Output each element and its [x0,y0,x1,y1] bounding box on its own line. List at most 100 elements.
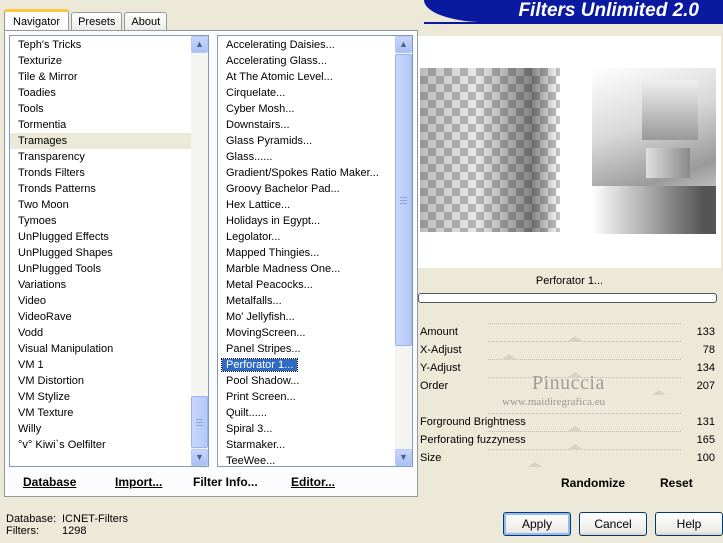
filter-item[interactable]: Mapped Thingies... [218,245,412,261]
filter-item[interactable]: TeeWee... [218,453,412,466]
category-item[interactable]: Texturize [10,53,208,69]
filter-item-label: Pool Shadow... [226,375,300,387]
category-item[interactable]: Tramages [10,133,208,149]
filter-scrollbar[interactable]: ▲ ▼ [395,36,412,466]
filter-item[interactable]: Cyber Mosh... [218,101,412,117]
filter-list[interactable]: Accelerating Daisies... Accelerating Glas… [217,35,413,467]
category-item[interactable]: UnPlugged Effects [10,229,208,245]
filter-item[interactable]: Starmaker... [218,437,412,453]
category-item[interactable]: Toadies [10,85,208,101]
filter-item[interactable]: Quilt...... [218,405,412,421]
filter-item[interactable]: Print Screen... [218,389,412,405]
filter-item[interactable]: Metal Peacocks... [218,277,412,293]
param-label: Size [420,452,442,464]
category-item[interactable]: VideoRave [10,309,208,325]
filter-item[interactable]: Groovy Bachelor Pad... [218,181,412,197]
category-item[interactable]: Visual Manipulation [10,341,208,357]
category-item[interactable]: Variations [10,277,208,293]
filter-item[interactable]: Hex Lattice... [218,197,412,213]
category-item[interactable]: UnPlugged Shapes [10,245,208,261]
filter-item[interactable]: Pool Shadow... [218,373,412,389]
category-item[interactable]: Willy [10,421,208,437]
param-row[interactable]: Forground Brightness 131 [418,413,721,431]
database-label: Database [23,475,77,489]
tab-about[interactable]: About [124,12,168,30]
param-row[interactable]: Perforating fuzzyness 165 [418,431,721,449]
category-item[interactable]: Tronds Filters [10,165,208,181]
param-label: Amount [420,326,458,338]
category-item[interactable]: Vodd [10,325,208,341]
scroll-down-arrow-icon[interactable]: ▼ [395,449,412,466]
category-item[interactable]: VM 1 [10,357,208,373]
category-scroll-thumb[interactable] [191,396,208,448]
filter-item[interactable]: Panel Stripes... [218,341,412,357]
reset-label: Reset [660,476,693,490]
cancel-label: Cancel [594,517,632,531]
filter-item-label: Perforator 1... [220,358,299,372]
param-row[interactable]: Amount 133 [418,323,721,341]
param-value: 207 [696,380,715,392]
scroll-up-arrow-icon[interactable]: ▲ [395,36,412,53]
category-item[interactable]: Tile & Mirror [10,69,208,85]
filter-info-button[interactable]: Filter Info... [193,475,258,489]
param-value: 165 [696,434,715,446]
preview-pane [418,36,721,268]
filter-item-label: Mo' Jellyfish... [226,311,295,323]
filter-item-label: Downstairs... [226,119,290,131]
filter-item[interactable]: Glass Pyramids... [218,133,412,149]
filter-item[interactable]: Marble Madness One... [218,261,412,277]
filter-item[interactable]: Accelerating Daisies... [218,37,412,53]
editor-button[interactable]: Editor... [291,475,335,489]
category-item[interactable]: Tronds Patterns [10,181,208,197]
filter-item[interactable]: Glass...... [218,149,412,165]
help-button[interactable]: Help [655,512,723,536]
database-button[interactable]: Database [23,475,76,489]
filter-item[interactable]: Cirquelate... [218,85,412,101]
category-item[interactable]: Two Moon [10,197,208,213]
tab-presets[interactable]: Presets [71,12,123,30]
category-item[interactable]: VM Texture [10,405,208,421]
category-item[interactable]: Tormentia [10,117,208,133]
filter-item[interactable]: Downstairs... [218,117,412,133]
filter-item[interactable]: Holidays in Egypt... [218,213,412,229]
category-item[interactable]: VM Distortion [10,373,208,389]
tab-navigator[interactable]: Navigator [4,9,70,31]
filter-item[interactable]: Accelerating Glass... [218,53,412,69]
filter-item[interactable]: Gradient/Spokes Ratio Maker... [218,165,412,181]
category-item[interactable]: °v° Kiwi`s Oelfilter [10,437,208,453]
category-item[interactable]: Teph's Tricks [10,37,208,53]
filter-item[interactable]: Perforator 1... [218,357,412,373]
filter-item[interactable]: Legolator... [218,229,412,245]
category-item[interactable]: VM Stylize [10,389,208,405]
cancel-button[interactable]: Cancel [579,512,647,536]
filter-item[interactable]: MovingScreen... [218,325,412,341]
filter-item[interactable]: Mo' Jellyfish... [218,309,412,325]
filter-info-label: Filter Info... [193,475,258,489]
param-row[interactable]: Size 100 [418,449,721,467]
category-list[interactable]: Teph's Tricks Texturize Tile & Mirror Toadi… [9,35,209,467]
category-item[interactable]: Video [10,293,208,309]
category-item[interactable]: Tools [10,101,208,117]
category-item[interactable]: Tymoes [10,213,208,229]
filter-item-label: Cirquelate... [226,87,286,99]
reset-button[interactable]: Reset [660,476,693,490]
filter-item[interactable]: Metalfalls... [218,293,412,309]
navigator-panel: Teph's Tricks Texturize Tile & Mirror Toadi… [4,30,418,497]
apply-button[interactable]: Apply [503,512,571,536]
filter-item[interactable]: Spiral 3... [218,421,412,437]
category-scrollbar[interactable]: ▲ ▼ [191,36,208,466]
category-item[interactable]: Transparency [10,149,208,165]
scroll-down-arrow-icon[interactable]: ▼ [191,449,208,466]
filter-item[interactable]: At The Atomic Level... [218,69,412,85]
filter-item-label: Gradient/Spokes Ratio Maker... [226,167,379,179]
slider-handle-icon[interactable] [528,462,542,467]
database-status-value: ICNET-Filters [62,513,128,525]
scroll-up-arrow-icon[interactable]: ▲ [191,36,208,53]
import-button[interactable]: Import... [115,475,162,489]
category-item[interactable]: UnPlugged Tools [10,261,208,277]
param-row[interactable]: X-Adjust 78 [418,341,721,359]
randomize-button[interactable]: Randomize [561,476,625,490]
filter-scroll-thumb[interactable] [395,54,412,346]
filter-item-label: Holidays in Egypt... [226,215,321,227]
preview-original-image [420,68,560,232]
